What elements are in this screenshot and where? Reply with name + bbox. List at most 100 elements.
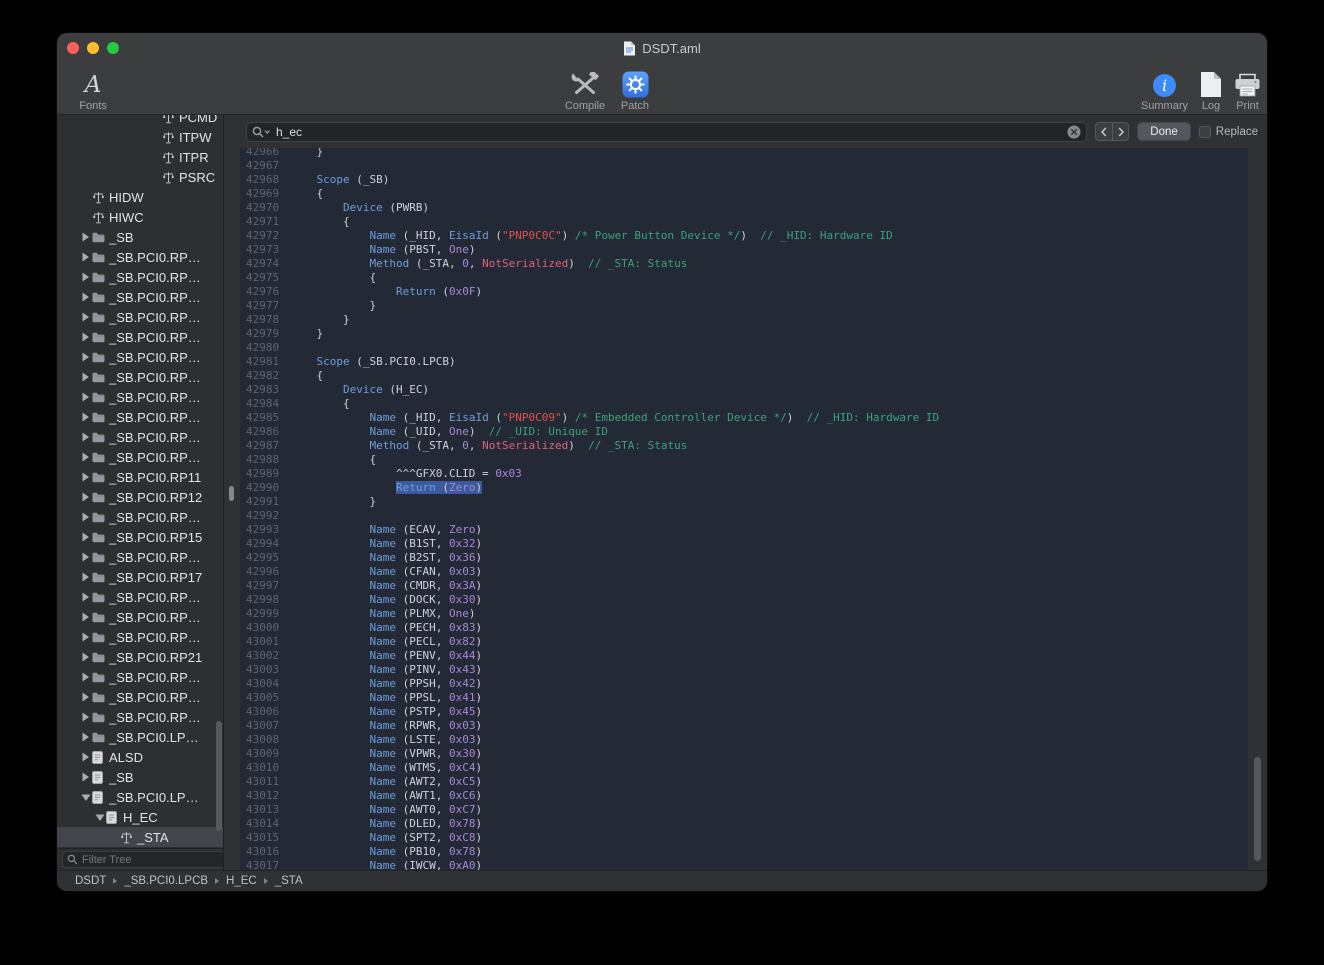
tree-item-_sta[interactable]: _STA bbox=[57, 827, 223, 847]
tree-item-_sbpci0lp[interactable]: _SB.PCI0.LP… bbox=[57, 727, 223, 747]
code-line[interactable]: 42993 Name (ECAV, Zero) bbox=[240, 523, 1248, 537]
tree-item-_sbpci0rp[interactable]: _SB.PCI0.RP… bbox=[57, 687, 223, 707]
code-line[interactable]: 42996 Name (CFAN, 0x03) bbox=[240, 565, 1248, 579]
code-line[interactable]: 42978 } bbox=[240, 313, 1248, 327]
tree-item-_sbpci0rp17[interactable]: _SB.PCI0.RP17 bbox=[57, 567, 223, 587]
replace-checkbox[interactable] bbox=[1199, 126, 1211, 138]
disclosure-triangle[interactable] bbox=[79, 572, 92, 582]
code-line[interactable]: 42968 Scope (_SB) bbox=[240, 173, 1248, 187]
code-line[interactable]: 43000 Name (PECH, 0x83) bbox=[240, 621, 1248, 635]
code-line[interactable]: 42969 { bbox=[240, 187, 1248, 201]
tree-item-h_ec[interactable]: H_EC bbox=[57, 807, 223, 827]
disclosure-triangle[interactable] bbox=[79, 632, 92, 642]
print-button[interactable]: Print bbox=[1234, 65, 1261, 112]
code-line[interactable]: 42994 Name (B1ST, 0x32) bbox=[240, 537, 1248, 551]
tree-item-_sbpci0rp[interactable]: _SB.PCI0.RP… bbox=[57, 247, 223, 267]
filter-input[interactable] bbox=[82, 854, 224, 866]
code-line[interactable]: 42987 Method (_STA, 0, NotSerialized) //… bbox=[240, 439, 1248, 453]
disclosure-triangle[interactable] bbox=[93, 813, 106, 822]
code-line[interactable]: 42992 bbox=[240, 509, 1248, 523]
code-line[interactable]: 42995 Name (B2ST, 0x36) bbox=[240, 551, 1248, 565]
disclosure-triangle[interactable] bbox=[79, 232, 92, 242]
fonts-button[interactable]: A Fonts bbox=[71, 65, 115, 112]
clear-search-icon[interactable] bbox=[1067, 125, 1081, 139]
tree-item-_sbpci0rp[interactable]: _SB.PCI0.RP… bbox=[57, 627, 223, 647]
code-line[interactable]: 43009 Name (VPWR, 0x30) bbox=[240, 747, 1248, 761]
code-line[interactable]: 43015 Name (SPT2, 0xC8) bbox=[240, 831, 1248, 845]
tree-item-_sbpci0rp[interactable]: _SB.PCI0.RP… bbox=[57, 547, 223, 567]
code-line[interactable]: 42979 } bbox=[240, 327, 1248, 341]
tree-item-_sbpci0rp[interactable]: _SB.PCI0.RP… bbox=[57, 307, 223, 327]
titlebar[interactable]: DSDT.aml bbox=[57, 33, 1267, 63]
tree-item-_sbpci0rp[interactable]: _SB.PCI0.RP… bbox=[57, 347, 223, 367]
tree-item-_sbpci0rp[interactable]: _SB.PCI0.RP… bbox=[57, 507, 223, 527]
editor-scrollbar[interactable] bbox=[1254, 757, 1261, 861]
tree-item-_sbpci0rp[interactable]: _SB.PCI0.RP… bbox=[57, 587, 223, 607]
disclosure-triangle[interactable] bbox=[79, 512, 92, 522]
search-input[interactable] bbox=[276, 125, 1062, 139]
breadcrumb-item[interactable]: _STA bbox=[275, 875, 303, 887]
tree-item-_sbpci0rp12[interactable]: _SB.PCI0.RP12 bbox=[57, 487, 223, 507]
code-line[interactable]: 42977 } bbox=[240, 299, 1248, 313]
code-editor[interactable]: 42966 }4296742968 Scope (_SB)42969 { 4297… bbox=[240, 148, 1248, 870]
code-line[interactable]: 42966 } bbox=[240, 148, 1248, 159]
code-line[interactable]: 43013 Name (AWT0, 0xC7) bbox=[240, 803, 1248, 817]
code-line[interactable]: 42972 Name (_HID, EisaId ("PNP0C0C") /* … bbox=[240, 229, 1248, 243]
code-line[interactable]: 42999 Name (PLMX, One) bbox=[240, 607, 1248, 621]
tree-item-_sbpci0rp[interactable]: _SB.PCI0.RP… bbox=[57, 367, 223, 387]
disclosure-triangle[interactable] bbox=[79, 552, 92, 562]
code-line[interactable]: 43008 Name (LSTE, 0x03) bbox=[240, 733, 1248, 747]
splitter-handle[interactable] bbox=[229, 486, 234, 501]
tree-item-alsd[interactable]: ALSD bbox=[57, 747, 223, 767]
tree-item-_sbpci0rp[interactable]: _SB.PCI0.RP… bbox=[57, 287, 223, 307]
summary-button[interactable]: i Summary bbox=[1141, 65, 1188, 112]
code-line[interactable]: 42975 { bbox=[240, 271, 1248, 285]
tree-item-itpw[interactable]: ITPW bbox=[57, 127, 223, 147]
code-line[interactable]: 43003 Name (PINV, 0x43) bbox=[240, 663, 1248, 677]
disclosure-triangle[interactable] bbox=[79, 252, 92, 262]
tree-item-_sbpci0rp11[interactable]: _SB.PCI0.RP11 bbox=[57, 467, 223, 487]
zoom-button[interactable] bbox=[107, 42, 119, 54]
disclosure-triangle[interactable] bbox=[79, 392, 92, 402]
code-line[interactable]: 42998 Name (DOCK, 0x30) bbox=[240, 593, 1248, 607]
disclosure-triangle[interactable] bbox=[79, 492, 92, 502]
breadcrumb-item[interactable]: H_EC bbox=[226, 875, 257, 887]
tree-item-_sbpci0rp[interactable]: _SB.PCI0.RP… bbox=[57, 327, 223, 347]
code-line[interactable]: 43014 Name (DLED, 0x78) bbox=[240, 817, 1248, 831]
tree-item-psrc[interactable]: PSRC bbox=[57, 167, 223, 187]
tree-item-_sbpci0lp[interactable]: _SB.PCI0.LP… bbox=[57, 787, 223, 807]
code-line[interactable]: 43010 Name (WTMS, 0xC4) bbox=[240, 761, 1248, 775]
code-line[interactable]: 43011 Name (AWT2, 0xC5) bbox=[240, 775, 1248, 789]
disclosure-triangle[interactable] bbox=[79, 352, 92, 362]
code-line[interactable]: 42971 { bbox=[240, 215, 1248, 229]
tree-item-_sbpci0rp[interactable]: _SB.PCI0.RP… bbox=[57, 387, 223, 407]
tree-item-hidw[interactable]: HIDW bbox=[57, 187, 223, 207]
patch-button[interactable]: Patch bbox=[613, 65, 657, 112]
tree-item-_sbpci0rp[interactable]: _SB.PCI0.RP… bbox=[57, 427, 223, 447]
tree-item-_sb[interactable]: _SB bbox=[57, 227, 223, 247]
code-line[interactable]: 42973 Name (PBST, One) bbox=[240, 243, 1248, 257]
search-icon[interactable] bbox=[252, 126, 271, 138]
disclosure-triangle[interactable] bbox=[79, 772, 92, 782]
replace-option[interactable]: Replace bbox=[1199, 126, 1258, 138]
disclosure-triangle[interactable] bbox=[79, 432, 92, 442]
disclosure-triangle[interactable] bbox=[79, 532, 92, 542]
code-line[interactable]: 42984 { bbox=[240, 397, 1248, 411]
disclosure-triangle[interactable] bbox=[79, 412, 92, 422]
find-next-button[interactable] bbox=[1112, 123, 1128, 140]
code-line[interactable]: 43004 Name (PPSH, 0x42) bbox=[240, 677, 1248, 691]
code-line[interactable]: 42991 } bbox=[240, 495, 1248, 509]
disclosure-triangle[interactable] bbox=[79, 372, 92, 382]
log-button[interactable]: Log bbox=[1200, 65, 1222, 112]
disclosure-triangle[interactable] bbox=[79, 712, 92, 722]
tree-item-hiwc[interactable]: HIWC bbox=[57, 207, 223, 227]
done-button[interactable]: Done bbox=[1137, 122, 1191, 141]
code-line[interactable]: 42976 Return (0x0F) bbox=[240, 285, 1248, 299]
disclosure-triangle[interactable] bbox=[79, 652, 92, 662]
tree-item-_sbpci0rp[interactable]: _SB.PCI0.RP… bbox=[57, 667, 223, 687]
breadcrumb-item[interactable]: _SB.PCI0.LPCB bbox=[124, 875, 208, 887]
disclosure-triangle[interactable] bbox=[79, 592, 92, 602]
close-button[interactable] bbox=[67, 42, 79, 54]
code-line[interactable]: 42967 bbox=[240, 159, 1248, 173]
code-line[interactable]: 42974 Method (_STA, 0, NotSerialized) //… bbox=[240, 257, 1248, 271]
